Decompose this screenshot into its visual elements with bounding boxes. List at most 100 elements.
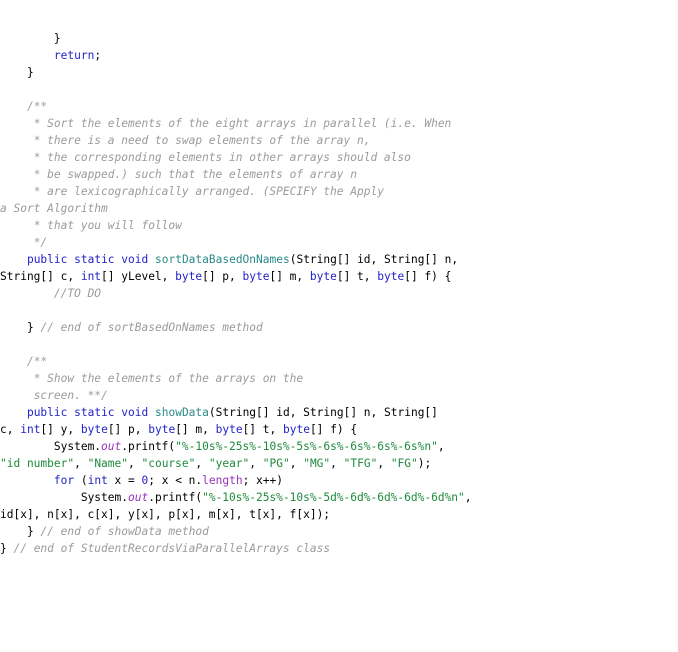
code-token-pln: } [26, 66, 34, 79]
code-line: public static void sortDataBasedOnNames(… [0, 251, 678, 268]
code-token-pln: [] yLevel, [101, 270, 176, 283]
code-token-str: "Name" [87, 457, 128, 470]
code-token-pln: .printf( [148, 491, 203, 504]
code-line: String[] c, int[] yLevel, byte[] p, byte… [0, 268, 678, 285]
code-token-ty: int [20, 423, 41, 436]
code-token-fld: out [101, 440, 122, 453]
code-line: * that you will follow [0, 217, 678, 234]
code-line: System.out.printf("%-10s%-25s%-10s%-5s%-… [0, 438, 678, 455]
code-token-pln: .printf( [121, 440, 176, 453]
code-line: "id number", "Name", "course", "year", "… [0, 455, 678, 472]
code-token-fld: out [127, 491, 149, 504]
code-token-pln: [] p, [202, 270, 243, 283]
code-token-cmt: * Sort the elements of the eight arrays … [33, 117, 452, 130]
code-token-ty: byte [377, 270, 405, 283]
code-line: //TO DO [0, 285, 678, 302]
code-token-str: "course" [141, 457, 196, 470]
code-token-kw: static [74, 253, 115, 266]
code-lines-container: } return; } ​ /** * Sort the elements of … [0, 30, 678, 557]
code-token-pln: ; x < n. [148, 474, 203, 487]
code-line: for (int x = 0; x < n.length; x++) [0, 472, 678, 489]
code-token-cmt: * are lexicographically arranged. (SPECI… [33, 185, 384, 198]
code-line: * there is a need to swap elements of th… [0, 132, 678, 149]
code-token-pln: ( [74, 474, 88, 487]
code-token-str: "PG" [262, 457, 290, 470]
code-token-ty: byte [282, 423, 310, 436]
code-token-ty: byte [215, 423, 243, 436]
code-line: c, int[] y, byte[] p, byte[] m, byte[] t… [0, 421, 678, 438]
code-token-pln: , [128, 457, 142, 470]
code-token-cmt: */ [33, 236, 48, 249]
code-token-cmt: /** [26, 100, 48, 113]
code-line: * Show the elements of the arrays on the [0, 370, 678, 387]
code-line: } // end of sortBasedOnNames method [0, 319, 678, 336]
code-token-pln: ; x++) [242, 474, 283, 487]
code-token-pln: [] t, [242, 423, 283, 436]
code-token-pln: [] t, [336, 270, 378, 283]
code-token-cmt: // end of showData method [40, 525, 209, 538]
code-token-pln: System. [53, 440, 102, 453]
code-token-pln: , [249, 457, 263, 470]
code-token-pln: String[] c, [0, 270, 81, 283]
code-token-pln: System. [80, 491, 128, 504]
code-token-cmt: * there is a need to swap elements of th… [33, 134, 371, 147]
code-token-cmt: * be swapped.) such that the elements of… [33, 168, 357, 181]
code-token-pln: [] p, [107, 423, 149, 436]
code-token-ty: byte [80, 423, 108, 436]
code-token-ty: byte [175, 270, 203, 283]
code-line: ​ [0, 302, 678, 319]
code-token-pln: (String[] id, String[] n, [289, 253, 459, 266]
code-token-prop: length [202, 474, 243, 487]
code-line: screen. **/ [0, 387, 678, 404]
code-token-pln: (String[] id, String[] n, String[] [208, 406, 438, 419]
code-token-str: "FG" [390, 457, 418, 470]
code-token-str: "year" [208, 457, 250, 470]
code-token-kw: return [53, 49, 95, 62]
code-token-mth: showData [155, 406, 209, 419]
code-token-pln: , [74, 457, 88, 470]
code-token-pln: } [26, 321, 41, 334]
code-line: } // end of StudentRecordsViaParallelArr… [0, 540, 678, 557]
code-token-pln [148, 406, 155, 419]
code-token-pln: [] f) { [404, 270, 452, 283]
code-line: a Sort Algorithm [0, 200, 678, 217]
code-token-pln: , [289, 457, 304, 470]
code-token-pln: [] m, [269, 270, 310, 283]
code-token-pln: [] y, [40, 423, 81, 436]
code-token-pln: ); [417, 457, 432, 470]
code-token-pln: id[x], n[x], c[x], y[x], p[x], m[x], t[x… [0, 508, 331, 521]
code-line: ​ [0, 336, 678, 353]
code-editor-view: } return; } ​ /** * Sort the elements of … [0, 0, 678, 652]
code-token-pln: x = [107, 474, 142, 487]
code-token-cmt: * the corresponding elements in other ar… [33, 151, 411, 164]
code-token-cmt: * that you will follow [33, 219, 182, 232]
code-token-mth: sortDataBasedOnNames [155, 253, 290, 266]
code-token-pln: } [0, 542, 14, 555]
code-token-ty: byte [309, 270, 337, 283]
code-line: * be swapped.) such that the elements of… [0, 166, 678, 183]
code-token-cmt: a Sort Algorithm [0, 202, 108, 215]
code-line: /** [0, 98, 678, 115]
code-token-str: "id number" [0, 457, 75, 470]
code-token-ty: byte [242, 270, 270, 283]
code-token-str: "%-10s%-25s%-10s%-5s%-6s%-6s%-6s%-6s%n" [175, 440, 438, 453]
code-token-kw: void [121, 406, 149, 419]
code-token-ty: byte [148, 423, 176, 436]
code-token-kw: public [26, 406, 68, 419]
code-token-pln: [] m, [175, 423, 216, 436]
